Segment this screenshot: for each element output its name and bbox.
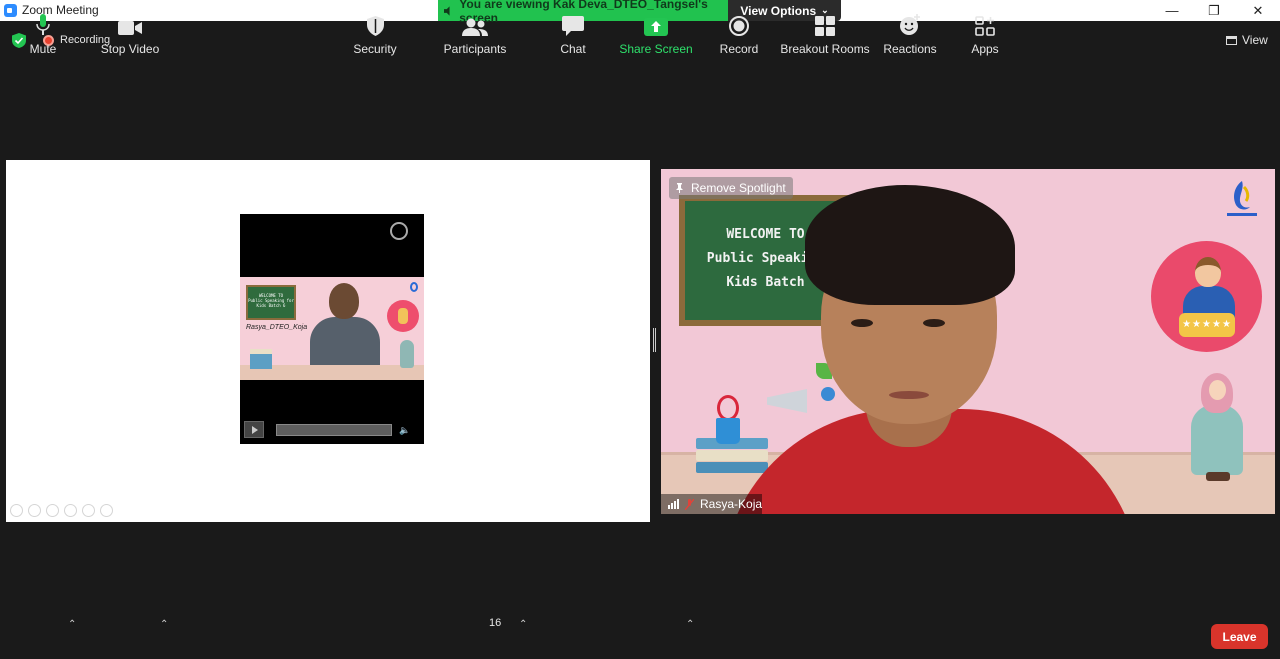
audio-options-caret-icon[interactable]: ⌃ <box>68 619 76 630</box>
participants-button[interactable]: Participants <box>444 12 506 57</box>
thumbnail-character <box>400 340 414 368</box>
participant-eye-left <box>851 319 873 327</box>
chat-icon <box>562 16 584 36</box>
participant-mouth <box>889 391 929 399</box>
annotate-more-icon[interactable] <box>100 504 113 517</box>
view-grid-icon <box>1226 35 1237 45</box>
character-shoes <box>1206 472 1230 481</box>
shared-video-player[interactable]: WELCOME TO Public Speaking for Kids Batc… <box>240 214 424 444</box>
participant-video[interactable]: WELCOME TO Public Speaking Kids Batch ★★… <box>661 169 1275 514</box>
pin-icon <box>676 183 683 193</box>
thumbnail-chalkboard: WELCOME TO Public Speaking for Kids Batc… <box>246 285 296 320</box>
thumbnail-books-icon <box>250 349 272 369</box>
participant-hair <box>805 185 1015 305</box>
close-icon: ✕ <box>1252 2 1264 18</box>
mute-label: Mute <box>29 42 57 56</box>
thumbnail-badge-icon <box>387 300 419 332</box>
microphone-icon <box>36 14 50 35</box>
leave-button[interactable]: Leave <box>1211 624 1268 649</box>
shared-video-thumbnail: WELCOME TO Public Speaking for Kids Batc… <box>240 277 424 380</box>
breakout-rooms-label: Breakout Rooms <box>780 42 870 56</box>
organization-logo <box>1227 181 1257 216</box>
video-camera-icon <box>118 21 142 35</box>
player-logo-icon <box>390 222 408 240</box>
record-button[interactable]: Record <box>720 12 758 57</box>
reactions-label: Reactions <box>883 42 937 56</box>
mute-button[interactable]: Mute <box>28 12 58 57</box>
breakout-rooms-icon <box>815 16 835 36</box>
record-icon <box>729 16 749 36</box>
reactions-button[interactable]: Reactions <box>883 12 937 57</box>
shield-icon <box>366 16 384 36</box>
remove-spotlight-button[interactable]: Remove Spotlight <box>669 177 793 199</box>
annotate-back-icon[interactable] <box>10 504 23 517</box>
participants-label: Participants <box>443 42 507 56</box>
meeting-toolbar <box>0 602 1280 659</box>
participant-name-tag: Rasya-Koja <box>661 494 763 514</box>
chat-button[interactable]: Chat <box>556 12 590 57</box>
view-button[interactable]: View <box>1226 33 1268 47</box>
apps-label: Apps <box>971 42 999 56</box>
stop-video-button[interactable]: Stop Video <box>100 12 160 57</box>
thumbnail-person-head <box>329 283 359 319</box>
globe-icon <box>821 387 835 401</box>
stop-video-label: Stop Video <box>100 42 160 56</box>
zoom-meeting-window: Zoom Meeting You are viewing Kak Deva_DT… <box>0 0 1280 659</box>
reactions-icon <box>900 14 920 35</box>
play-icon[interactable] <box>244 421 264 438</box>
signal-bars-icon <box>668 499 679 509</box>
participants-caret-icon[interactable]: ⌃ <box>519 619 527 630</box>
character-body <box>1191 405 1243 475</box>
apps-icon <box>975 16 995 36</box>
panel-resize-handle[interactable] <box>653 328 656 352</box>
close-button[interactable]: ✕ <box>1236 0 1280 21</box>
thumbnail-board-text: WELCOME TO Public Speaking for Kids Batc… <box>248 293 294 308</box>
participant-eye-right <box>923 319 945 327</box>
remove-spotlight-label: Remove Spotlight <box>691 181 786 195</box>
annotation-toolbar <box>10 504 113 517</box>
muted-mic-icon <box>685 498 694 510</box>
annotate-draw-icon[interactable] <box>46 504 59 517</box>
security-label: Security <box>353 42 397 56</box>
breakout-rooms-button[interactable]: Breakout Rooms <box>780 12 870 57</box>
security-button[interactable]: Security <box>352 12 398 57</box>
participant-name: Rasya-Koja <box>700 497 763 511</box>
share-screen-label: Share Screen <box>619 42 693 56</box>
participants-icon <box>462 18 488 36</box>
chat-label: Chat <box>560 42 586 56</box>
encryption-shield-icon[interactable] <box>12 33 26 48</box>
thumbnail-caption: Rasya_DTEO_Koja <box>246 324 308 331</box>
character-face <box>1209 380 1226 400</box>
annotate-forward-icon[interactable] <box>28 504 41 517</box>
annotate-copy-icon[interactable] <box>64 504 77 517</box>
annotate-zoom-icon[interactable] <box>82 504 95 517</box>
minimize-icon: — <box>1165 3 1179 18</box>
participants-count: 16 <box>489 617 502 629</box>
share-screen-icon <box>644 18 668 36</box>
share-options-caret-icon[interactable]: ⌃ <box>686 619 694 630</box>
pencil-cup-icon <box>716 418 740 444</box>
player-controls: 🔈 <box>244 421 420 438</box>
megaphone-icon <box>767 389 807 413</box>
restore-icon: ❐ <box>1208 2 1220 18</box>
record-label: Record <box>719 42 759 56</box>
zoom-logo-icon <box>4 4 17 17</box>
video-options-caret-icon[interactable]: ⌃ <box>160 619 168 630</box>
thumbnail-logo-icon <box>410 282 418 292</box>
apps-button[interactable]: Apps <box>970 12 1000 57</box>
seek-bar[interactable] <box>276 423 392 436</box>
restore-button[interactable]: ❐ <box>1192 0 1236 21</box>
minimize-button[interactable]: — <box>1150 0 1194 21</box>
volume-icon[interactable]: 🔈 <box>399 425 411 435</box>
badge-figure-head <box>1195 257 1221 287</box>
rating-stars: ★★★★★ <box>1179 313 1235 337</box>
view-label: View <box>1242 33 1268 47</box>
share-screen-button[interactable]: Share Screen <box>619 12 693 57</box>
shared-screen[interactable]: WELCOME TO Public Speaking for Kids Batc… <box>6 160 650 522</box>
